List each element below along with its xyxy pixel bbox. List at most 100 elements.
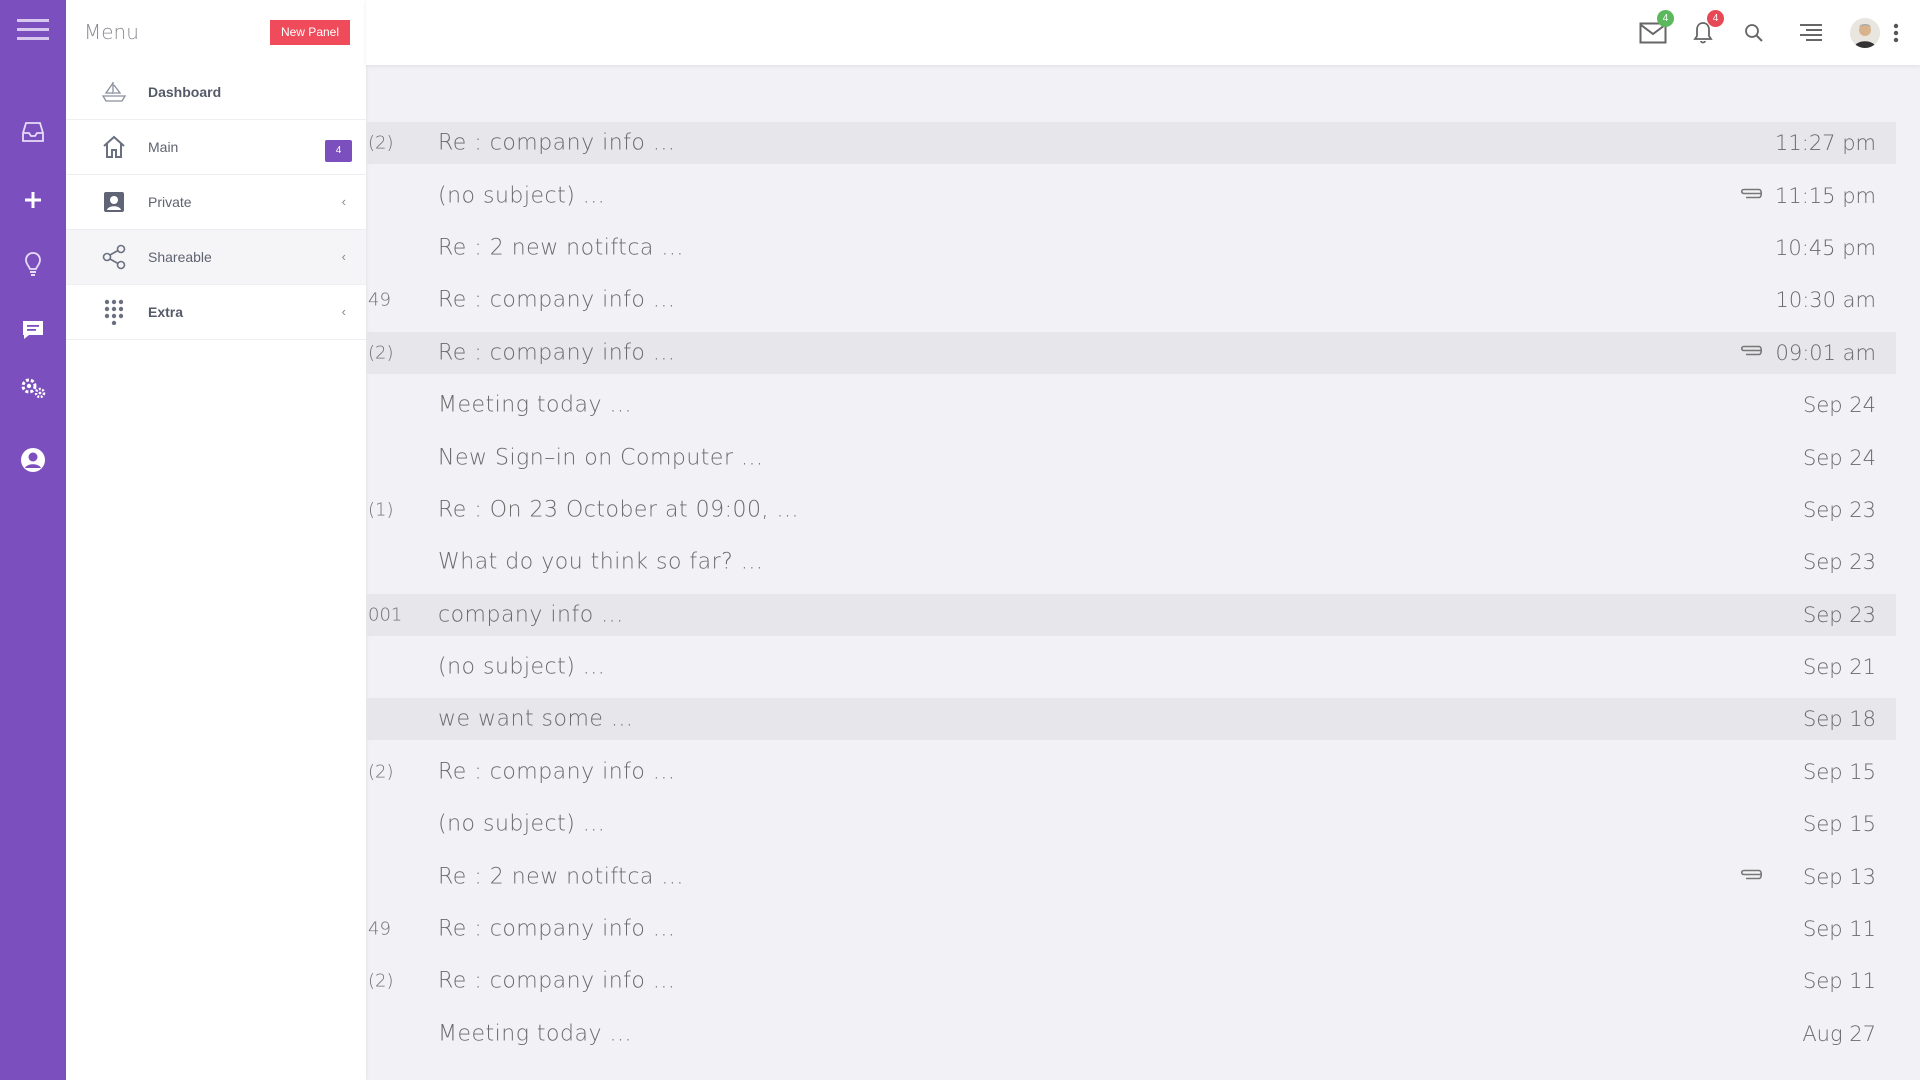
attachment-icon	[1738, 867, 1764, 886]
email-row[interactable]: (1) Re : On 23 October at 09:00, ... Sep 2…	[366, 484, 1896, 536]
email-row[interactable]: (2) Re : company info ... Sep 11	[366, 955, 1896, 1007]
email-list: (2) Re : company info ... 11:27 pm (no subj…	[366, 117, 1896, 1060]
email-subject: Re : company info ...	[438, 130, 676, 156]
lightbulb-icon[interactable]	[0, 244, 66, 284]
thread-count: 49	[368, 918, 391, 940]
menu-item-extra[interactable]: Extra ‹	[66, 285, 366, 340]
thread-count: (2)	[368, 761, 394, 783]
email-row[interactable]: (2) Re : company info ... 09:01 am	[366, 331, 1896, 374]
menu-item-label: Dashboard	[148, 84, 222, 100]
menu-item-label: Private	[148, 194, 192, 210]
email-subject: we want some ...	[438, 706, 634, 732]
add-icon[interactable]	[0, 180, 66, 220]
user-profile-icon[interactable]	[0, 440, 66, 480]
email-row[interactable]: (no subject) ... 11:15 pm	[366, 169, 1896, 221]
email-time: Sep 24	[1803, 393, 1876, 418]
email-time: Sep 11	[1803, 969, 1876, 994]
attachment-icon	[1738, 343, 1764, 362]
main-count-badge: 4	[325, 140, 352, 162]
email-subject: Re : company info ...	[438, 759, 676, 785]
email-subject: (no subject) ...	[438, 811, 606, 837]
notification-badge: 4	[1707, 10, 1724, 27]
email-time: Sep 13	[1803, 864, 1876, 889]
grid-dots-icon	[100, 298, 128, 326]
email-time: Sep 23	[1803, 550, 1876, 575]
email-subject: Re : company info ...	[438, 340, 676, 366]
email-row[interactable]: (2) Re : company info ... Sep 15	[366, 746, 1896, 798]
ship-icon	[100, 78, 128, 106]
thread-count: (2)	[368, 132, 394, 154]
email-row[interactable]: 001 company info ... Sep 23	[366, 593, 1896, 636]
menu-item-label: Extra	[148, 304, 184, 320]
email-time: 11:15 pm	[1775, 183, 1876, 208]
hamburger-menu-icon[interactable]	[0, 10, 66, 50]
bell-icon[interactable]: 4	[1686, 10, 1724, 50]
search-icon[interactable]	[1737, 16, 1771, 50]
thread-count: (2)	[368, 342, 394, 364]
chat-icon[interactable]	[0, 310, 66, 350]
email-time: Sep 18	[1803, 707, 1876, 732]
menu-item-dashboard[interactable]: Dashboard	[66, 65, 366, 120]
thread-count: 001	[368, 604, 403, 626]
email-time: Sep 21	[1803, 655, 1876, 680]
align-right-icon[interactable]	[1794, 16, 1828, 50]
attachment-icon	[1738, 186, 1764, 205]
email-subject: Re : On 23 October at 09:00, ...	[438, 497, 799, 523]
email-subject: Meeting today ...	[438, 392, 632, 418]
email-time: Sep 15	[1803, 812, 1876, 837]
home-icon	[100, 133, 128, 161]
email-time: Sep 23	[1803, 602, 1876, 627]
settings-gears-icon[interactable]	[0, 368, 66, 408]
more-vertical-icon[interactable]	[1886, 16, 1906, 50]
email-row[interactable]: 49 Re : company info ... Sep 11	[366, 903, 1896, 955]
menu-title: Menu	[84, 20, 139, 44]
email-subject: (no subject) ...	[438, 183, 606, 209]
chevron-left-icon: ‹	[341, 194, 346, 209]
chevron-left-icon: ‹	[341, 249, 346, 264]
email-time: Sep 23	[1803, 497, 1876, 522]
email-subject: (no subject) ...	[438, 654, 606, 680]
email-subject: Meeting today ...	[438, 1021, 632, 1047]
email-time: Aug 27	[1802, 1021, 1876, 1046]
menu-item-main[interactable]: Main 4	[66, 120, 366, 175]
thread-count: (1)	[368, 499, 394, 521]
email-time: 09:01 am	[1775, 340, 1876, 365]
email-row[interactable]: we want some ... Sep 18	[366, 698, 1896, 741]
thread-count: (2)	[368, 970, 394, 992]
share-icon	[100, 243, 128, 271]
email-row[interactable]: Re : 2 new notiftca ... 10:45 pm	[366, 222, 1896, 274]
menu-item-private[interactable]: Private ‹	[66, 175, 366, 230]
email-row[interactable]: (2) Re : company info ... 11:27 pm	[366, 122, 1896, 164]
menu-item-label: Main	[148, 139, 179, 155]
mail-badge: 4	[1657, 10, 1674, 27]
email-subject: Re : company info ...	[438, 287, 676, 313]
email-subject: Re : company info ...	[438, 916, 676, 942]
mail-icon[interactable]: 4	[1636, 10, 1674, 50]
email-row[interactable]: Meeting today ... Sep 24	[366, 379, 1896, 431]
contact-card-icon	[100, 188, 128, 216]
email-time: Sep 15	[1803, 759, 1876, 784]
inbox-icon[interactable]	[0, 112, 66, 152]
email-subject: What do you think so far? ...	[438, 549, 764, 575]
email-time: 10:45 pm	[1775, 235, 1876, 260]
new-panel-button[interactable]: New Panel	[269, 20, 350, 45]
avatar[interactable]	[1850, 18, 1880, 48]
email-subject: Re : company info ...	[438, 968, 676, 994]
email-row[interactable]: Meeting today ... Aug 27	[366, 1008, 1896, 1060]
icon-rail	[0, 0, 66, 1080]
email-row[interactable]: 49 Re : company info ... 10:30 am	[366, 274, 1896, 326]
email-row[interactable]: (no subject) ... Sep 21	[366, 641, 1896, 693]
email-row[interactable]: (no subject) ... Sep 15	[366, 798, 1896, 850]
email-time: Sep 24	[1803, 445, 1876, 470]
menu-item-shareable[interactable]: Shareable ‹	[66, 230, 366, 285]
email-subject: New Sign–in on Computer ...	[438, 445, 764, 471]
email-subject: Re : 2 new notiftca ...	[438, 235, 684, 261]
side-menu-panel: Menu New Panel Dashboard Main 4 Private …	[66, 0, 366, 1080]
panel-header: Menu New Panel	[66, 0, 366, 65]
email-time: Sep 11	[1803, 917, 1876, 942]
email-time: 10:30 am	[1775, 288, 1876, 313]
thread-count: 49	[368, 289, 391, 311]
email-row[interactable]: New Sign–in on Computer ... Sep 24	[366, 431, 1896, 483]
email-row[interactable]: Re : 2 new notiftca ... Sep 13	[366, 850, 1896, 902]
email-row[interactable]: What do you think so far? ... Sep 23	[366, 536, 1896, 588]
